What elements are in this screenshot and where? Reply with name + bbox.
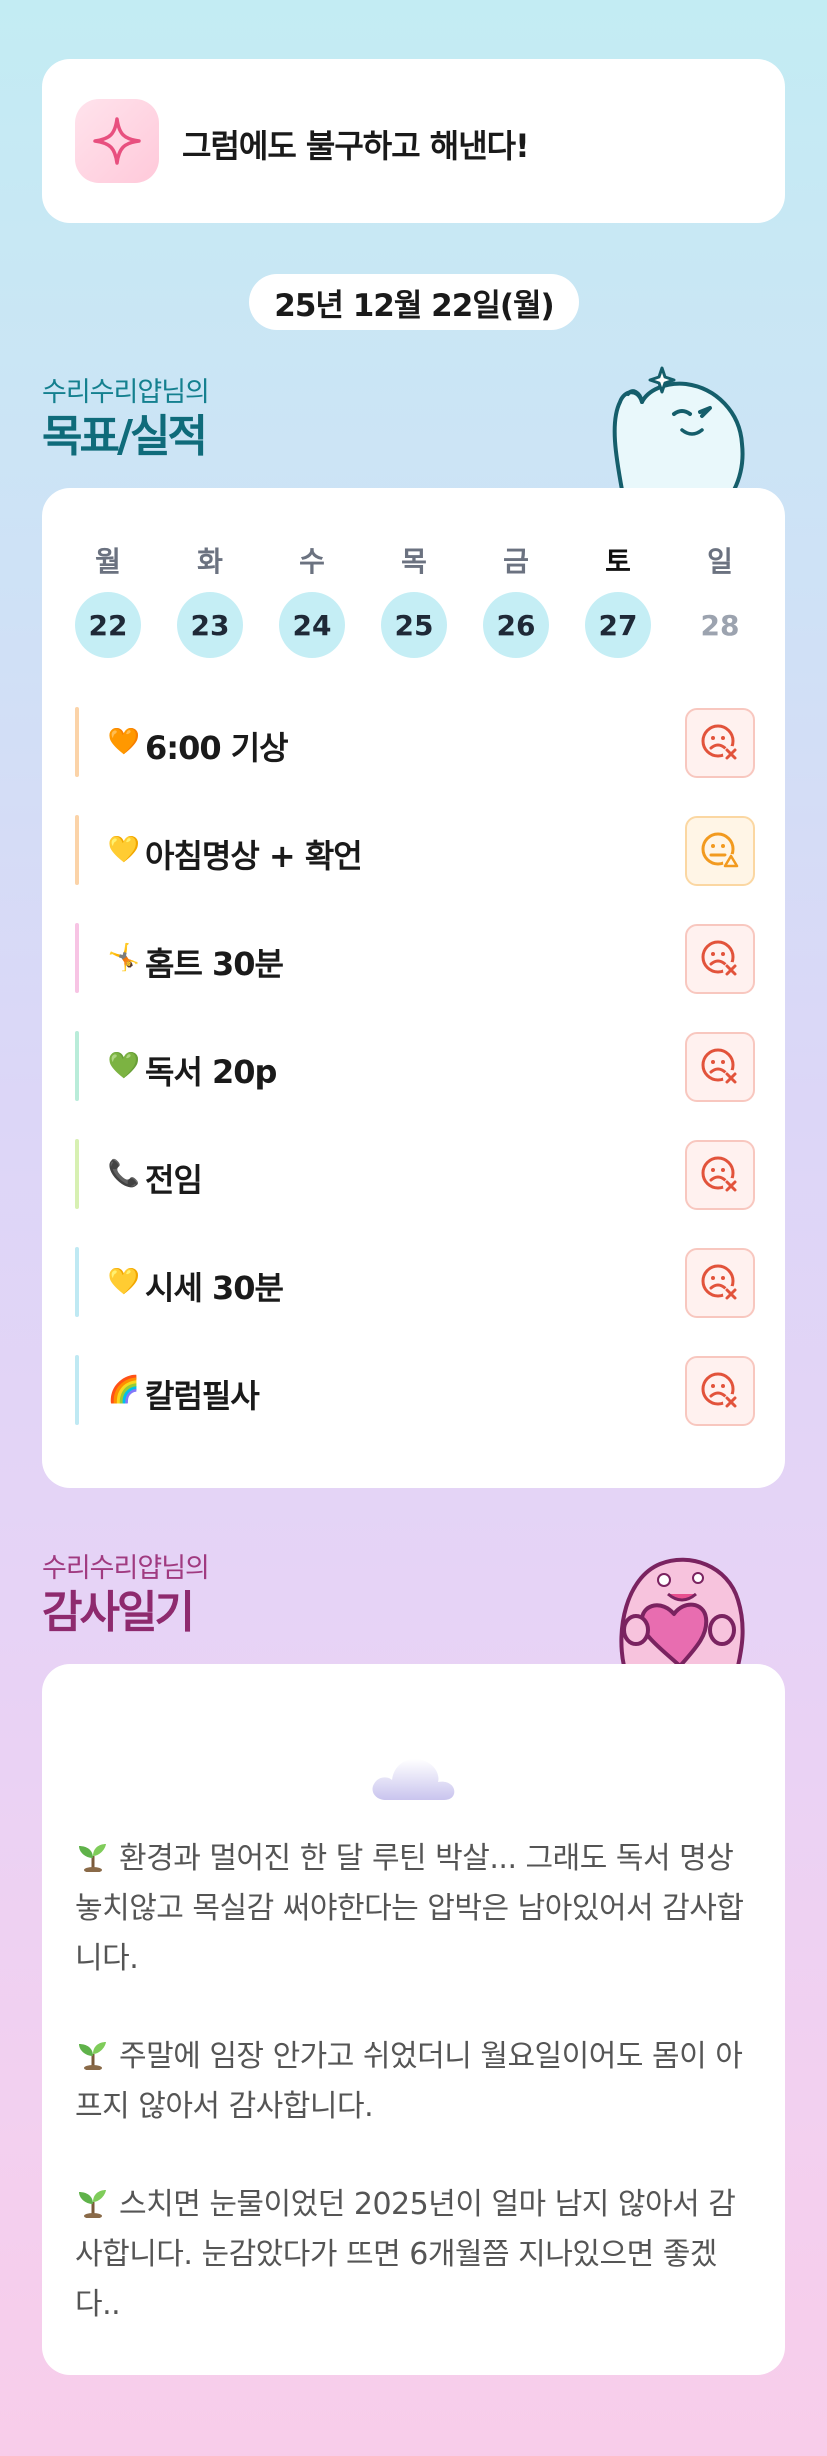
waving-mascot-illustration bbox=[612, 366, 745, 490]
gratitude-title: 감사일기 bbox=[42, 1587, 195, 1638]
day-fri[interactable]: 금 26 bbox=[483, 540, 549, 658]
goal-label: 전임 bbox=[145, 1161, 203, 1199]
day-sat[interactable]: 토 27 bbox=[585, 540, 651, 658]
goal-color-bar bbox=[75, 815, 79, 885]
gratitude-entry: 환경과 멀어진 한 달 루틴 박살... 그래도 독서 명상 놓치않고 목실감 … bbox=[75, 1841, 744, 1976]
goal-color-bar bbox=[75, 1031, 79, 1101]
goal-item[interactable]: 💛 시세 30분 bbox=[75, 1247, 755, 1318]
sad-face-fail-icon[interactable] bbox=[685, 924, 755, 994]
day-tue[interactable]: 화 23 bbox=[177, 540, 243, 658]
day-wed[interactable]: 수 24 bbox=[279, 540, 345, 658]
cartwheel-icon: 🤸 bbox=[107, 943, 141, 973]
face-warning-icon[interactable] bbox=[685, 816, 755, 886]
goal-item[interactable]: 💚 독서 20p bbox=[75, 1031, 755, 1102]
date-circle: 23 bbox=[177, 592, 243, 658]
sprout-icon bbox=[79, 2190, 106, 2218]
goal-label: 칼럼필사 bbox=[145, 1377, 260, 1415]
goal-label: 아침명상 + 확언 bbox=[145, 837, 363, 875]
sad-face-fail-icon[interactable] bbox=[685, 1032, 755, 1102]
day-thu[interactable]: 목 25 bbox=[381, 540, 447, 658]
date-circle: 24 bbox=[279, 592, 345, 658]
goal-color-bar bbox=[75, 1247, 79, 1317]
heart-icon: 💛 bbox=[107, 1267, 141, 1297]
sad-face-fail-icon[interactable] bbox=[685, 1248, 755, 1318]
sprout-icon bbox=[79, 1844, 106, 1872]
sparkle-icon bbox=[75, 99, 159, 183]
sprout-icon bbox=[79, 2042, 106, 2070]
date-selector[interactable]: 25년 12월 22일(월) bbox=[249, 274, 579, 330]
date-circle: 28 bbox=[700, 608, 740, 642]
rainbow-icon: 🌈 bbox=[107, 1375, 141, 1405]
heart-icon: 💚 bbox=[107, 1051, 141, 1081]
date-circle: 25 bbox=[381, 592, 447, 658]
motto-card: 그럼에도 불구하고 해낸다! bbox=[42, 59, 785, 223]
date-circle: 26 bbox=[483, 592, 549, 658]
heart-mascot-illustration bbox=[619, 1557, 745, 1666]
goal-label: 독서 20p bbox=[145, 1053, 277, 1091]
goals-card: 월 22 화 23 수 24 목 25 금 26 토 27 일 28 🧡 6:00 기상 💛 … bbox=[42, 488, 785, 1488]
cloud-icon bbox=[372, 1758, 455, 1800]
goal-color-bar bbox=[75, 707, 79, 777]
goal-color-bar bbox=[75, 1355, 79, 1425]
goal-item[interactable]: 📞 전임 bbox=[75, 1139, 755, 1210]
gratitude-text: 환경과 멀어진 한 달 루틴 박살... 그래도 독서 명상 놓치않고 목실감 … bbox=[75, 1834, 755, 2378]
sad-face-fail-icon[interactable] bbox=[685, 1356, 755, 1426]
day-mon[interactable]: 월 22 bbox=[75, 540, 141, 658]
gratitude-entry: 스치면 눈물이었던 2025년이 얼마 남지 않아서 감사합니다. 눈감았다가 … bbox=[75, 2187, 736, 2322]
goal-color-bar bbox=[75, 923, 79, 993]
gratitude-entry: 주말에 임장 안가고 쉬었더니 월요일이어도 몸이 아프지 않아서 감사합니다. bbox=[75, 2039, 743, 2124]
gratitude-card: 환경과 멀어진 한 달 루틴 박살... 그래도 독서 명상 놓치않고 목실감 … bbox=[42, 1664, 785, 2375]
motto-text: 그럼에도 불구하고 해낸다! bbox=[182, 127, 530, 165]
day-sun[interactable]: 일 28 bbox=[687, 540, 753, 658]
phone-icon: 📞 bbox=[107, 1159, 141, 1189]
goal-item[interactable]: 🧡 6:00 기상 bbox=[75, 707, 755, 778]
goals-title: 목표/실적 bbox=[42, 411, 208, 462]
goal-item[interactable]: 🤸 홈트 30분 bbox=[75, 923, 755, 994]
goal-label: 홈트 30분 bbox=[145, 945, 284, 983]
goal-item[interactable]: 🌈 칼럼필사 bbox=[75, 1355, 755, 1426]
date-circle: 22 bbox=[75, 592, 141, 658]
goal-label: 6:00 기상 bbox=[145, 729, 289, 767]
goal-label: 시세 30분 bbox=[145, 1269, 284, 1307]
heart-icon: 🧡 bbox=[107, 727, 141, 757]
heart-icon: 💛 bbox=[107, 835, 141, 865]
goal-color-bar bbox=[75, 1139, 79, 1209]
sad-face-fail-icon[interactable] bbox=[685, 1140, 755, 1210]
goal-item[interactable]: 💛 아침명상 + 확언 bbox=[75, 815, 755, 886]
date-circle: 27 bbox=[585, 592, 651, 658]
sad-face-fail-icon[interactable] bbox=[685, 708, 755, 778]
